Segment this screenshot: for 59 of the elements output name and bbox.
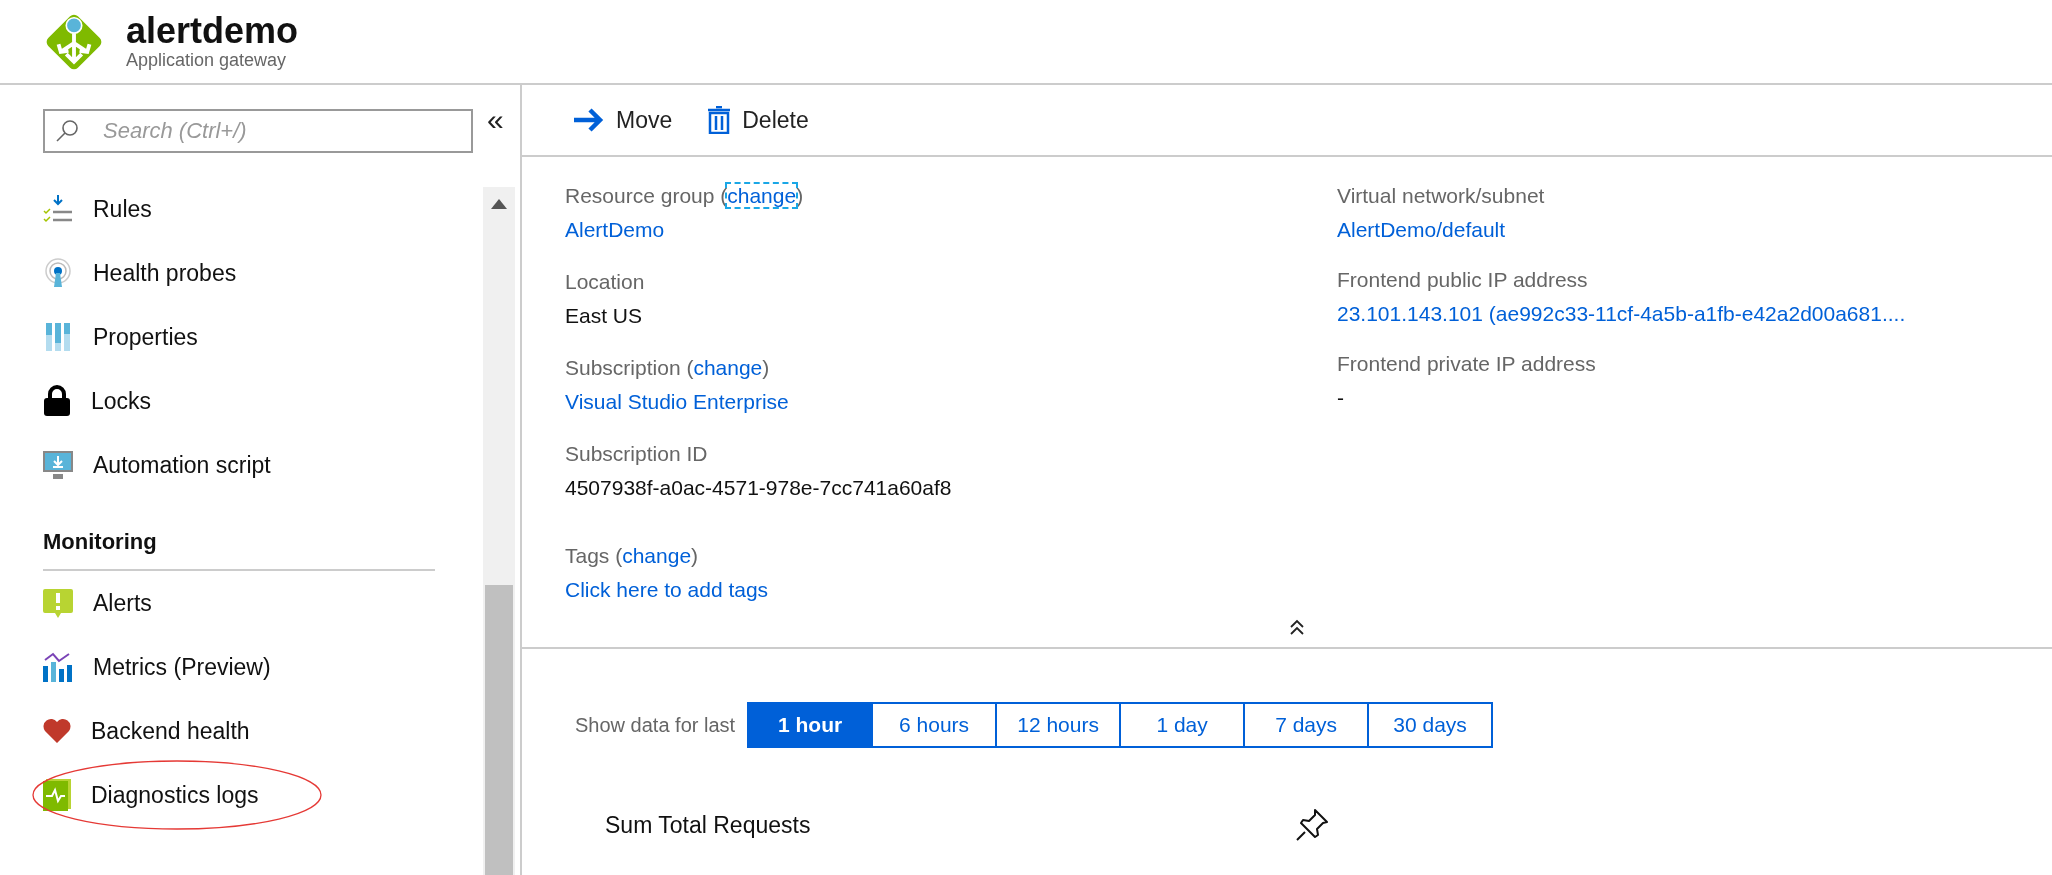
sliders-icon [43, 322, 73, 352]
time-range-tab[interactable]: 1 day [1119, 702, 1246, 748]
field-link[interactable]: Click here to add tags [565, 573, 1337, 607]
field-label: Frontend private IP address [1337, 351, 1597, 377]
field-link[interactable]: AlertDemo [565, 213, 1337, 247]
pin-icon[interactable] [1295, 808, 1329, 842]
lock-icon [43, 385, 71, 417]
field-link[interactable]: AlertDemo/default [1337, 213, 2052, 247]
resource-title: alertdemo [126, 12, 299, 50]
search-field[interactable]: Search (Ctrl+/) [43, 109, 473, 153]
trash-icon [708, 106, 731, 134]
checklist-icon [43, 194, 73, 224]
change-link[interactable]: change [727, 184, 797, 207]
time-range-tab[interactable]: 12 hours [995, 702, 1122, 748]
field-link[interactable]: Visual Studio Enterprise [565, 385, 1337, 419]
time-range-tab[interactable]: 1 hour [747, 702, 874, 748]
field-label: Subscription (change) [565, 355, 771, 381]
field-link[interactable]: 23.101.143.101 (ae992c33-11cf-4a5b-a1fb-e42a2d00a681.... [1337, 297, 2052, 331]
section-heading: Monitoring [43, 529, 435, 571]
monitor-download-icon [43, 451, 73, 479]
time-range-tab[interactable]: 6 hours [871, 702, 998, 748]
change-link[interactable]: change [693, 356, 763, 379]
antenna-icon [43, 258, 73, 288]
scrollbar[interactable] [483, 187, 515, 875]
resource-type: Application gateway [126, 50, 288, 71]
field-label: Frontend public IP address [1337, 267, 1589, 293]
sidebar-item[interactable]: Backend health [43, 699, 483, 763]
time-range-tab[interactable]: 7 days [1243, 702, 1370, 748]
alert-bubble-icon [43, 588, 73, 618]
field-label: Subscription ID [565, 441, 709, 467]
heart-icon [43, 718, 71, 744]
toolbar-button[interactable]: Delete [708, 106, 809, 134]
pulse-log-icon [43, 779, 71, 811]
sidebar-item[interactable]: Automation script [43, 433, 483, 497]
field-label: Virtual network/subnet [1337, 183, 1546, 209]
scrollbar-thumb[interactable] [485, 585, 513, 875]
change-link[interactable]: change [622, 544, 692, 567]
sidebar-item[interactable]: Locks [43, 369, 483, 433]
collapse-button[interactable]: « [483, 109, 508, 131]
chart-title: Sum Total Requests [605, 811, 812, 839]
toolbar-button[interactable]: Move [572, 106, 673, 134]
range-label: Show data for last [575, 713, 736, 737]
time-range-tab[interactable]: 30 days [1367, 702, 1494, 748]
double-chevron-up-icon [1289, 618, 1305, 635]
search-icon [55, 119, 79, 143]
field-label: Tags (change) [565, 543, 700, 569]
bar-chart-icon [43, 652, 73, 682]
sidebar-item[interactable]: Metrics (Preview) [43, 635, 483, 699]
sidebar-item[interactable]: Health probes [43, 241, 483, 305]
field-value: East US [565, 303, 644, 329]
scroll-up-icon [491, 199, 507, 209]
sidebar-item[interactable]: Diagnostics logs [43, 763, 483, 827]
field-value: - [1337, 385, 1345, 411]
arrow-right-icon [572, 108, 604, 132]
sidebar-item[interactable]: Properties [43, 305, 483, 369]
sidebar-item[interactable]: Rules [43, 177, 483, 241]
field-value: 4507938f-a0ac-4571-978e-7cc741a60af8 [565, 475, 953, 501]
field-label: Location [565, 269, 646, 295]
sidebar-item[interactable]: Alerts [43, 571, 483, 635]
